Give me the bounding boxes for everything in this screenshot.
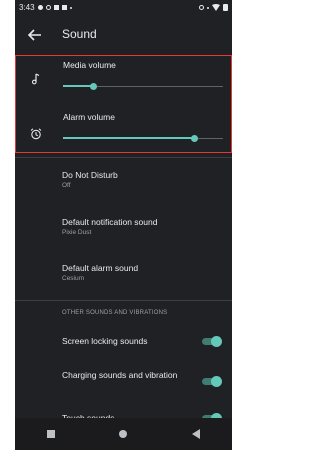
notification-square-icon-2 (61, 5, 67, 10)
sync-icon (45, 5, 51, 10)
location-icon (199, 5, 204, 10)
wifi-icon (212, 4, 220, 11)
media-volume-slider[interactable] (63, 81, 223, 91)
divider (15, 157, 232, 158)
charging-sounds-label: Charging sounds and vibration (62, 370, 178, 380)
status-bar: 3:43 (15, 0, 232, 15)
alarm-sound-title: Default alarm sound (62, 263, 139, 273)
notification-dot-icon (37, 5, 43, 10)
recents-button[interactable] (47, 430, 56, 438)
battery-icon (223, 4, 228, 11)
music-note-icon (31, 73, 40, 85)
media-volume-thumb[interactable] (89, 82, 97, 90)
section-divider (15, 300, 232, 301)
default-notification-sound-item[interactable]: Default notification sound Pixie Dust (62, 217, 227, 236)
back-button[interactable] (191, 429, 200, 439)
alarm-volume-fill (63, 137, 195, 139)
page-title: Sound (62, 27, 97, 41)
app-bar: Sound (15, 15, 232, 55)
alarm-clock-icon (30, 128, 42, 140)
alarm-volume-slider[interactable] (63, 133, 223, 143)
screen-locking-sounds-row[interactable]: Screen locking sounds (62, 335, 227, 365)
notification-square-icon (53, 5, 59, 10)
do-not-disturb-subtitle: Off (62, 182, 71, 189)
status-time: 3:43 (19, 3, 35, 12)
section-header: OTHER SOUNDS AND VIBRATIONS (62, 310, 168, 316)
screen-locking-sounds-label: Screen locking sounds (62, 336, 148, 346)
signal-dot-icon (207, 6, 209, 9)
do-not-disturb-title: Do Not Disturb (62, 170, 118, 180)
phone-screen: 3:43 Sound Media volume Alarm volume Do … (15, 0, 232, 450)
notification-sound-subtitle: Pixie Dust (62, 229, 92, 236)
more-notifications-icon (69, 6, 72, 9)
media-volume-row: Media volume (16, 56, 231, 101)
default-alarm-sound-item[interactable]: Default alarm sound Cesium (62, 263, 227, 282)
back-arrow-icon[interactable] (27, 27, 43, 43)
volume-section: Media volume Alarm volume (15, 55, 232, 153)
notification-sound-title: Default notification sound (62, 217, 158, 227)
charging-sounds-toggle[interactable] (202, 376, 222, 387)
navigation-bar (15, 418, 232, 450)
do-not-disturb-item[interactable]: Do Not Disturb Off (62, 170, 227, 189)
alarm-sound-subtitle: Cesium (62, 275, 85, 282)
home-button[interactable] (119, 430, 128, 438)
alarm-volume-thumb[interactable] (190, 134, 198, 142)
alarm-volume-label: Alarm volume (63, 112, 115, 122)
screen-locking-sounds-toggle[interactable] (202, 336, 222, 347)
media-volume-label: Media volume (63, 60, 116, 70)
media-volume-fill (63, 85, 94, 87)
alarm-volume-row: Alarm volume (16, 106, 231, 151)
charging-sounds-row[interactable]: Charging sounds and vibration (62, 370, 227, 400)
